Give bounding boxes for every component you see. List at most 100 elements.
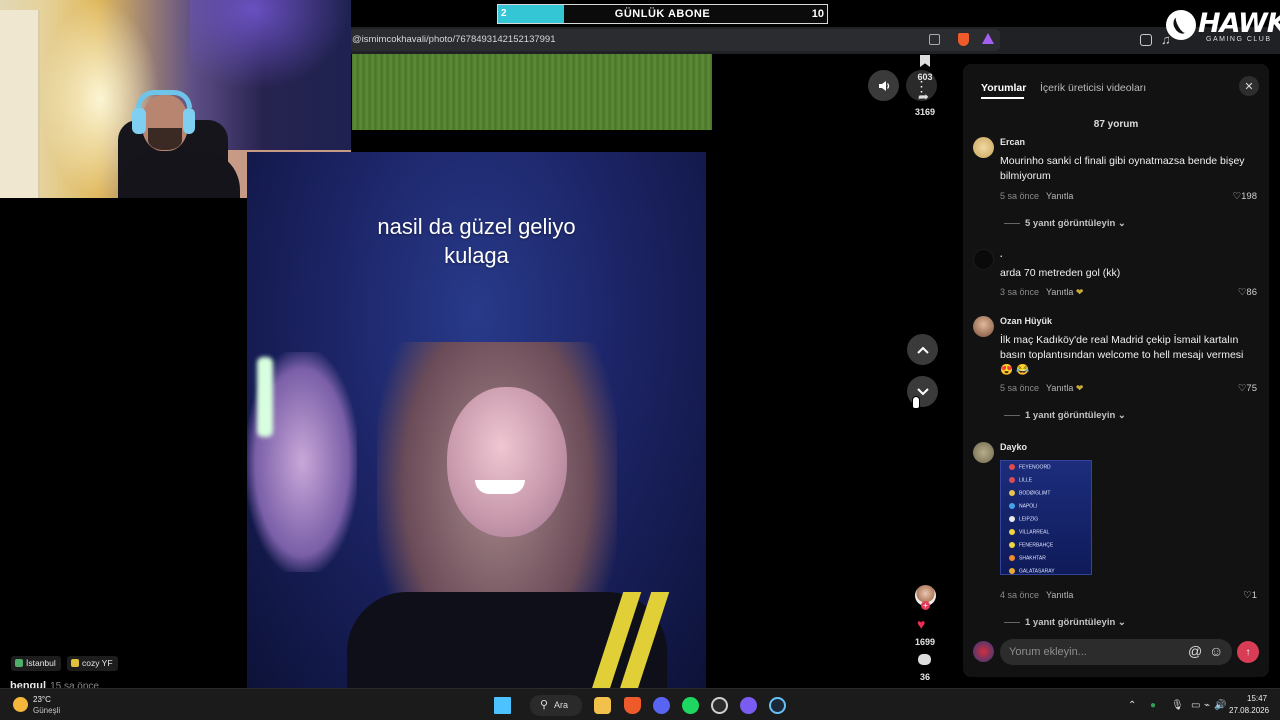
tab-creator-videos[interactable]: İçerik üreticisi videoları — [1040, 82, 1146, 94]
file-explorer-icon[interactable] — [594, 697, 611, 714]
view-replies-button[interactable]: 1 yanıt görüntüleyin ⌄ — [1004, 410, 1126, 421]
spotify-icon[interactable] — [682, 697, 699, 714]
comment-icon[interactable] — [918, 654, 931, 665]
playlist-tag[interactable]: cozy YF — [67, 656, 118, 671]
steam-icon[interactable] — [769, 697, 786, 714]
weather-desc[interactable]: Güneşli — [33, 706, 60, 715]
brave-browser-icon[interactable] — [624, 697, 641, 714]
network-icon[interactable]: ⌁ — [1204, 700, 1210, 711]
comment-image-standings[interactable]: FEYENOORD LILLE BODØ/GLIMT NAPOLI LEIPZI… — [1000, 460, 1092, 575]
comment-text: İlk maç Kadıköy'de real Madrid çekip İsm… — [1000, 334, 1244, 376]
comment-meta: 5 sa önce Yanıtla — [1000, 191, 1073, 201]
volume-button[interactable] — [868, 70, 899, 101]
share-icon[interactable]: ➦ — [918, 89, 929, 105]
own-avatar[interactable] — [973, 641, 994, 662]
close-button[interactable]: ✕ — [1239, 76, 1259, 96]
previous-video-button[interactable] — [907, 334, 938, 365]
reply-button[interactable]: Yanıtla — [1046, 191, 1073, 201]
user-avatar[interactable] — [973, 442, 994, 463]
microphone-icon[interactable]: 🎙 — [1171, 700, 1184, 711]
clock-time[interactable]: 15:47 — [1247, 694, 1267, 703]
comment-time: 4 sa önce — [1000, 590, 1040, 600]
comment-username[interactable]: Dayko — [1000, 442, 1027, 452]
reply-button[interactable]: Yanıtla — [1046, 287, 1073, 297]
comment-input-placeholder: Yorum ekleyin... — [1009, 646, 1087, 658]
club-badge-icon — [1009, 542, 1015, 548]
comment-like[interactable]: ♡86 — [1238, 287, 1257, 298]
search-button[interactable]: ⚲ Ara — [530, 695, 582, 716]
send-button[interactable]: ↑ — [1237, 641, 1259, 663]
creator-liked-icon: ❤ — [1075, 287, 1084, 297]
sun-icon[interactable] — [13, 697, 28, 712]
volume-icon[interactable]: 🔊 — [1214, 700, 1226, 711]
tray-app-icon[interactable]: ● — [1150, 700, 1156, 711]
ambient-light — [190, 0, 350, 90]
comment-like[interactable]: ♡75 — [1238, 383, 1257, 394]
comment-username[interactable]: Ozan Hüyük — [1000, 316, 1052, 326]
heart-icon[interactable]: ♥ — [917, 616, 925, 632]
headset-right-cup — [183, 108, 195, 134]
club-badge-icon — [1009, 555, 1015, 561]
comment-time: 5 sa önce — [1000, 383, 1040, 393]
comment-like-count: 198 — [1241, 191, 1257, 202]
mention-icon[interactable]: @ — [1188, 643, 1202, 659]
discord-icon[interactable] — [653, 697, 670, 714]
reply-button[interactable]: Yanıtla — [1046, 383, 1073, 393]
chevron-down-icon: ⌄ — [1117, 410, 1126, 421]
location-icon — [15, 659, 23, 667]
translate-icon[interactable] — [929, 34, 940, 45]
obs-icon[interactable] — [740, 697, 757, 714]
bookmark-icon[interactable] — [920, 55, 930, 67]
view-replies-label: 1 yanıt görüntüleyin — [1025, 617, 1116, 628]
comment-time: 5 sa önce — [1000, 191, 1040, 201]
team-row: FEYENOORD — [1009, 464, 1051, 470]
weather-temp[interactable]: 23°C — [33, 695, 51, 704]
clock-date[interactable]: 27.08.2026 — [1229, 706, 1269, 715]
comment-like[interactable]: ♡198 — [1233, 191, 1257, 202]
tray-overflow-icon[interactable]: ⌃ — [1128, 700, 1136, 711]
comment-username[interactable]: . — [1000, 249, 1003, 259]
comment-like[interactable]: ♡1 — [1243, 590, 1257, 601]
chevron-down-icon: ⌄ — [1117, 218, 1126, 229]
team-row: LILLE — [1009, 477, 1032, 483]
channel-logo: HAWK GAMING CLUB — [1166, 6, 1280, 48]
door — [0, 10, 40, 198]
user-avatar[interactable] — [973, 249, 994, 270]
brave-shield-icon[interactable] — [958, 33, 969, 46]
comment-text: arda 70 metreden gol (kk) — [1000, 267, 1121, 279]
team-row: LEIPZIG — [1009, 516, 1038, 522]
arrow-up-icon: ↑ — [1245, 646, 1251, 658]
chevron-up-icon — [916, 346, 929, 354]
follow-plus-icon[interactable]: + — [921, 601, 930, 610]
url-text[interactable]: @ismimcokhavali/photo/767849314215213799… — [352, 34, 556, 45]
location-tag[interactable]: İstanbul — [11, 656, 61, 671]
comment-username[interactable]: Ercan — [1000, 137, 1025, 147]
share-count: 3169 — [914, 107, 936, 117]
comment-input[interactable]: Yorum ekleyin... @ ☺ — [1000, 639, 1232, 665]
comment-item: Dayko FEYENOORD LILLE BODØ/GLIMT NAPOLI … — [973, 442, 1263, 632]
club-badge-icon — [1009, 503, 1015, 509]
video-person-smile — [475, 480, 525, 494]
user-avatar[interactable] — [973, 316, 994, 337]
windows-start-icon[interactable] — [494, 697, 511, 714]
playlist-icon — [71, 659, 79, 667]
chatgpt-icon[interactable] — [711, 697, 728, 714]
monitor-icon[interactable]: ▭ — [1191, 700, 1200, 711]
emoji-icon[interactable]: ☺ — [1209, 643, 1223, 659]
club-badge-icon — [1009, 477, 1015, 483]
view-replies-button[interactable]: 1 yanıt görüntüleyin ⌄ — [1004, 617, 1126, 628]
brave-rewards-icon[interactable] — [982, 33, 994, 44]
comments-panel: Yorumlar İçerik üreticisi videoları ✕ 87… — [963, 64, 1269, 677]
comment-like-count: 86 — [1246, 287, 1257, 298]
headset-left-cup — [132, 108, 146, 134]
view-replies-button[interactable]: 5 yanıt görüntüleyin ⌄ — [1004, 218, 1126, 229]
extensions-icon[interactable] — [1140, 34, 1152, 46]
sub-goal-bar: 2 GÜNLÜK ABONE 10 — [497, 4, 828, 24]
video-light — [257, 357, 273, 437]
team-row: SHAKHTAR — [1009, 555, 1046, 561]
tab-comments[interactable]: Yorumlar — [981, 82, 1026, 94]
user-avatar[interactable] — [973, 137, 994, 158]
video-player[interactable]: nasil da güzel geliyo kulaga — [247, 152, 706, 688]
reply-button[interactable]: Yanıtla — [1046, 590, 1073, 600]
comment-total: 87 yorum — [1093, 119, 1139, 130]
